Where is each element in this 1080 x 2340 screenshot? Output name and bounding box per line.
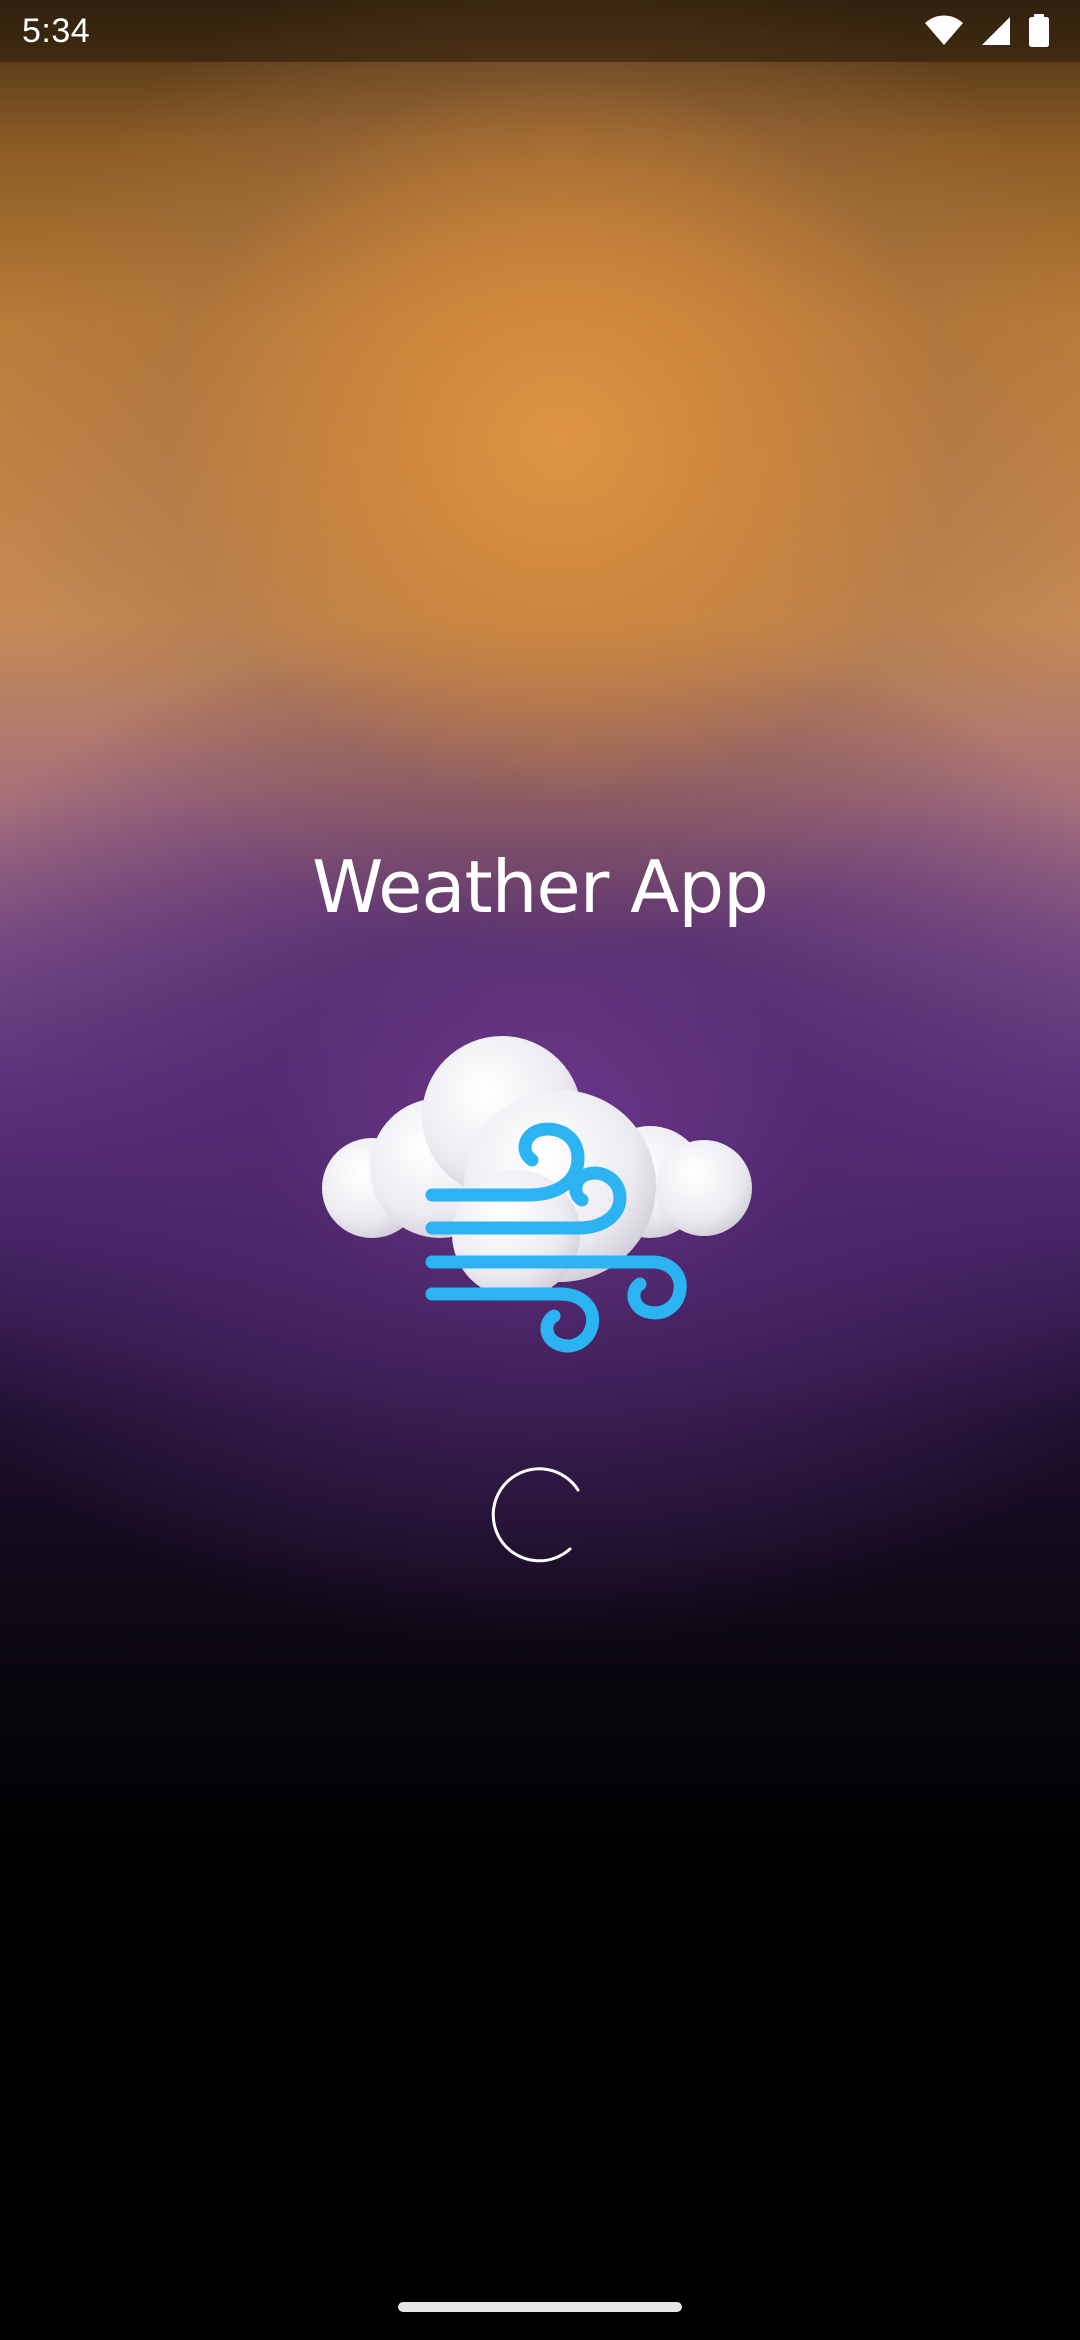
splash-screen: 5:34 Weather App	[0, 0, 1080, 2340]
home-indicator[interactable]	[398, 2302, 682, 2312]
signal-icon	[980, 15, 1012, 52]
app-title: Weather App	[312, 845, 769, 929]
status-icons	[924, 14, 1050, 53]
loading-spinner	[490, 1465, 590, 1565]
windy-cloud-icon	[320, 1030, 760, 1370]
status-bar: 5:34	[0, 0, 1080, 62]
status-time: 5:34	[22, 12, 91, 50]
battery-icon	[1028, 14, 1050, 53]
wifi-icon	[924, 15, 964, 52]
